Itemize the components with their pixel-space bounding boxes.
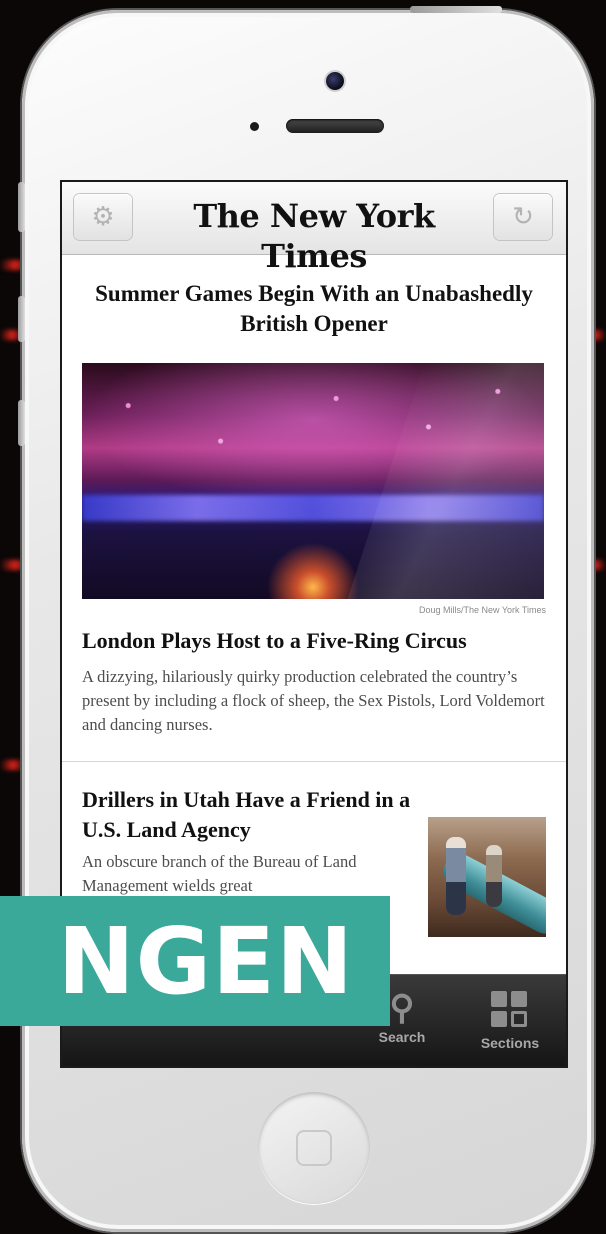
worker-figure bbox=[446, 837, 466, 915]
story-title[interactable]: Drillers in Utah Have a Friend in a U.S.… bbox=[82, 785, 412, 845]
refresh-button[interactable]: ↻ bbox=[494, 194, 552, 240]
tab-sections[interactable]: Sections bbox=[460, 975, 560, 1066]
gear-icon: ⚙ bbox=[91, 202, 115, 232]
photo-credit: Doug Mills/The New York Times bbox=[418, 605, 546, 615]
volume-down-button bbox=[18, 400, 25, 446]
worker-figure bbox=[486, 845, 502, 907]
story-title[interactable]: London Plays Host to a Five-Ring Circus bbox=[82, 627, 552, 655]
front-camera bbox=[326, 72, 344, 90]
story-summary: A dizzying, hilariously quirky productio… bbox=[82, 667, 545, 734]
proximity-sensor bbox=[250, 122, 259, 131]
refresh-icon: ↻ bbox=[512, 202, 534, 232]
volume-up-button bbox=[18, 296, 25, 342]
home-button[interactable] bbox=[258, 1092, 370, 1204]
story-divider bbox=[62, 761, 566, 762]
overlay-brand-banner: NGEN bbox=[0, 896, 390, 1026]
tab-label: Search bbox=[378, 1029, 426, 1045]
settings-button[interactable]: ⚙ bbox=[74, 194, 132, 240]
story-thumbnail[interactable] bbox=[428, 817, 546, 937]
story-summary: An obscure branch of the Bureau of Land … bbox=[82, 852, 357, 895]
earpiece-speaker bbox=[286, 119, 384, 133]
tab-label: Sections bbox=[480, 1035, 540, 1051]
lead-headline[interactable]: Summer Games Begin With an Unabashedly B… bbox=[82, 279, 546, 339]
lead-story-photo[interactable] bbox=[82, 363, 544, 599]
home-square-icon bbox=[296, 1130, 332, 1166]
sections-grid-icon bbox=[491, 991, 529, 1029]
mute-switch bbox=[18, 182, 25, 232]
news-feed[interactable]: Summer Games Begin With an Unabashedly B… bbox=[62, 255, 566, 975]
navigation-bar: ⚙ The New York Times ↻ bbox=[62, 182, 566, 275]
sleep-button bbox=[410, 6, 502, 13]
